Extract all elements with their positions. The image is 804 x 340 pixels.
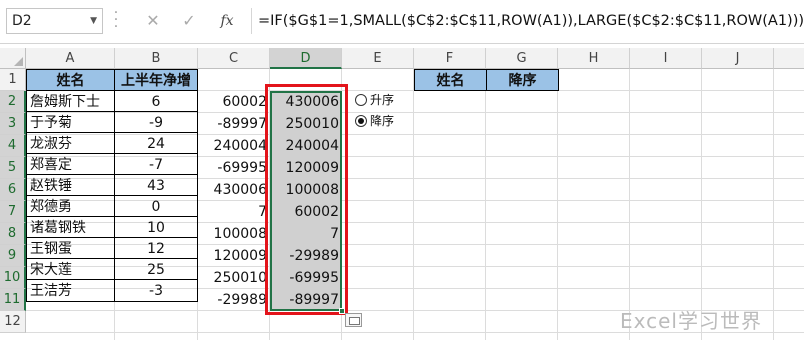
cell-net-increase[interactable]: 43 [114, 174, 198, 196]
col-header-j[interactable]: J [702, 48, 774, 69]
cancel-button[interactable]: ✕ [139, 8, 167, 34]
option-descending[interactable]: 降序 [355, 112, 394, 130]
row-header[interactable]: 10 [0, 267, 26, 289]
row-header[interactable]: 2 [0, 91, 26, 113]
name-box-value: D2 [12, 13, 32, 29]
cell-name[interactable]: 于予菊 [26, 111, 115, 133]
column-headers: A B C D E F G H I J [0, 48, 804, 69]
option-ascending[interactable]: 升序 [355, 91, 394, 109]
row-header[interactable]: 5 [0, 157, 26, 179]
cell-net-increase[interactable]: 12 [114, 237, 198, 259]
header-net-increase[interactable]: 上半年净增 [114, 69, 198, 91]
col-header-b[interactable]: B [115, 48, 198, 69]
cell-name[interactable]: 赵铁锤 [26, 174, 115, 196]
cell-net-increase[interactable]: -3 [114, 279, 198, 302]
option-ascending-label: 升序 [370, 93, 395, 107]
quick-analysis-icon[interactable] [345, 313, 362, 327]
row-header[interactable]: 11 [0, 289, 26, 311]
cell-name[interactable]: 诸葛钢铁 [26, 216, 115, 238]
option-descending-label: 降序 [370, 114, 395, 128]
name-box[interactable]: D2 ▼ [6, 8, 103, 34]
cell-c[interactable]: 120009 [198, 245, 270, 267]
col-header-k[interactable] [774, 48, 804, 69]
drag-handle-icon[interactable]: · · · [113, 6, 119, 34]
row-header[interactable]: 4 [0, 135, 26, 157]
row-header[interactable]: 3 [0, 113, 26, 135]
cell-c[interactable]: -89997 [198, 113, 270, 135]
cell-name[interactable]: 王钢蛋 [26, 237, 115, 259]
col-header-i[interactable]: I [630, 48, 702, 69]
row-header[interactable]: 8 [0, 223, 26, 245]
radio-selected-icon[interactable] [355, 115, 367, 127]
header-name[interactable]: 姓名 [26, 69, 115, 91]
enter-button[interactable]: ✓ [175, 8, 203, 34]
col-header-h[interactable]: H [558, 48, 630, 69]
watermark: Excel学习世界 [620, 309, 762, 333]
cell-c[interactable]: 430006 [198, 179, 270, 201]
col-header-g[interactable]: G [486, 48, 558, 69]
row-header[interactable]: 9 [0, 245, 26, 267]
cell-c[interactable]: 7 [198, 201, 270, 223]
cell-c[interactable]: 60002 [198, 91, 270, 113]
row-header[interactable]: 12 [0, 311, 26, 333]
cell-net-increase[interactable]: 0 [114, 195, 198, 217]
cell-c[interactable]: 100008 [198, 223, 270, 245]
cell-net-increase[interactable]: -7 [114, 153, 198, 175]
row-header[interactable]: 1 [0, 69, 26, 91]
cell-c[interactable]: 250010 [198, 267, 270, 289]
header-order[interactable]: 降序 [486, 69, 559, 91]
col-header-f[interactable]: F [414, 48, 486, 69]
row-header[interactable]: 6 [0, 179, 26, 201]
row-header[interactable]: 7 [0, 201, 26, 223]
cell-name[interactable]: 郑德勇 [26, 195, 115, 217]
cell-c[interactable]: -29989 [198, 289, 270, 311]
col-header-d[interactable]: D [270, 48, 342, 69]
cell-name[interactable]: 郑喜定 [26, 153, 115, 175]
cell-net-increase[interactable]: 24 [114, 132, 198, 154]
cell-net-increase[interactable]: 25 [114, 258, 198, 280]
formula-input[interactable]: =IF($G$1=1,SMALL($C$2:$C$11,ROW(A1)),LAR… [251, 8, 804, 34]
radio-icon[interactable] [355, 94, 367, 106]
cell-net-increase[interactable]: 10 [114, 216, 198, 238]
cell-name[interactable]: 宋大莲 [26, 258, 115, 280]
col-header-a[interactable]: A [26, 48, 115, 69]
cell-name[interactable]: 龙淑芬 [26, 132, 115, 154]
cell-net-increase[interactable]: -9 [114, 111, 198, 133]
insert-function-button[interactable]: fx [213, 8, 241, 34]
cell-name[interactable]: 詹姆斯下士 [26, 90, 115, 112]
formula-bar-area: D2 ▼ · · · ✕ ✓ fx =IF($G$1=1,SMALL($C$2:$C$… [0, 0, 804, 44]
cell-c[interactable]: -69995 [198, 157, 270, 179]
cell-name[interactable]: 王洁芳 [26, 279, 115, 302]
header-name-2[interactable]: 姓名 [414, 69, 487, 91]
select-all-button[interactable] [0, 48, 26, 69]
chevron-down-icon[interactable]: ▼ [90, 9, 97, 33]
highlight-box [265, 84, 348, 315]
col-header-c[interactable]: C [198, 48, 270, 69]
col-header-e[interactable]: E [342, 48, 414, 69]
cell-c[interactable]: 240004 [198, 135, 270, 157]
cell-net-increase[interactable]: 6 [114, 90, 198, 112]
